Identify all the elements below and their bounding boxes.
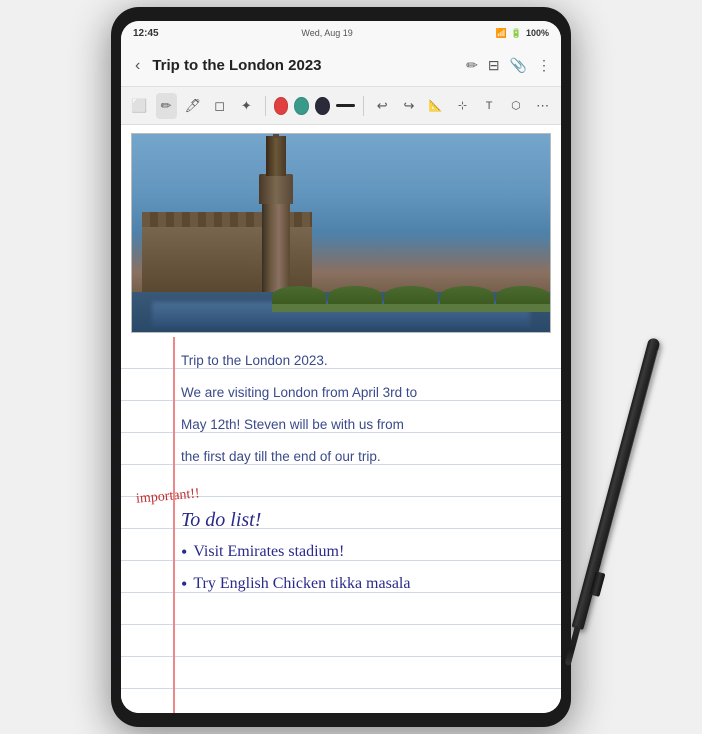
ruler-icon[interactable]: 📐 xyxy=(425,93,446,119)
tablet-frame: 12:45 Wed, Aug 19 📶 🔋 100% ‹ Trip to the… xyxy=(111,7,571,727)
color-red[interactable] xyxy=(274,97,289,115)
status-time: 12:45 xyxy=(133,28,159,39)
eraser-tool-button[interactable]: ◻ xyxy=(209,93,230,119)
arch-segment-2 xyxy=(328,286,382,306)
tablet-screen: 12:45 Wed, Aug 19 📶 🔋 100% ‹ Trip to the… xyxy=(121,21,561,713)
more-options-icon[interactable]: ⋮ xyxy=(537,57,551,74)
page-title: Trip to the London 2023 xyxy=(152,57,458,74)
color-dark[interactable] xyxy=(315,97,330,115)
tablet-container: 12:45 Wed, Aug 19 📶 🔋 100% ‹ Trip to the… xyxy=(111,7,591,727)
arch-segment-5 xyxy=(496,286,550,306)
header-bar: ‹ Trip to the London 2023 ✏ ⊟ 📎 ⋮ xyxy=(121,45,561,87)
important-label: important!! xyxy=(135,486,200,507)
edit-icon[interactable]: ✏ xyxy=(466,57,478,74)
london-image xyxy=(132,134,550,332)
arch-segment-1 xyxy=(272,286,326,306)
todo-title: To do list! xyxy=(181,509,549,532)
spen-body xyxy=(572,337,661,630)
status-date: Wed, Aug 19 xyxy=(301,28,352,38)
toolbar-divider-1 xyxy=(265,96,266,116)
arch-segment-3 xyxy=(384,286,438,306)
bullet-2: • xyxy=(181,568,187,600)
typed-text-area: Trip to the London 2023. We are visiting… xyxy=(121,337,561,481)
stamp-icon[interactable]: ⬡ xyxy=(506,93,527,119)
bullet-1: • xyxy=(181,536,187,568)
selection-icon[interactable]: ⊹ xyxy=(452,93,473,119)
spen-tip xyxy=(565,626,581,666)
london-image-container xyxy=(131,133,551,333)
tower-clock xyxy=(259,174,293,204)
typed-text: Trip to the London 2023. We are visiting… xyxy=(181,345,549,473)
typed-line-1: Trip to the London 2023. xyxy=(181,345,549,377)
typed-line-4: the first day till the end of our trip. xyxy=(181,441,549,473)
toolbar-divider-2 xyxy=(363,96,364,116)
battery-icon: 🔋 xyxy=(511,28,522,39)
typed-line-3: May 12th! Steven will be with us from xyxy=(181,409,549,441)
todo-item-1-text: Visit Emirates stadium! xyxy=(193,536,344,568)
todo-item-1: • Visit Emirates stadium! xyxy=(181,536,549,568)
more-toolbar-icon[interactable]: ⋯ xyxy=(532,93,553,119)
color-teal[interactable] xyxy=(294,97,309,115)
handwritten-section: important!! To do list! • Visit Emirates… xyxy=(121,489,561,608)
spen-button[interactable] xyxy=(590,571,606,597)
todo-item-2-text: Try English Chicken tikka masala xyxy=(193,568,410,600)
arch-segment-4 xyxy=(440,286,494,306)
pen-thickness-selector[interactable] xyxy=(336,104,355,107)
status-bar: 12:45 Wed, Aug 19 📶 🔋 100% xyxy=(121,21,561,45)
bridge-arch xyxy=(272,286,550,306)
tower-spire xyxy=(273,134,279,138)
bridge xyxy=(272,282,550,312)
lined-paper: Trip to the London 2023. We are visiting… xyxy=(121,337,561,713)
bridge-deck xyxy=(272,304,550,312)
highlighter-tool-button[interactable]: 🖊 xyxy=(183,93,204,119)
pen-tool-button[interactable]: ✏ xyxy=(156,93,177,119)
lasso-tool-button[interactable]: ✦ xyxy=(236,93,257,119)
select-tool-button[interactable]: ⬜ xyxy=(129,93,150,119)
undo-button[interactable]: ↩ xyxy=(372,93,393,119)
battery-percent: 100% xyxy=(526,28,549,38)
redo-button[interactable]: ↪ xyxy=(399,93,420,119)
spen-highlight xyxy=(600,350,660,563)
attach-icon[interactable]: 📎 xyxy=(510,57,527,74)
todo-item-2: • Try English Chicken tikka masala xyxy=(181,568,549,600)
back-button[interactable]: ‹ xyxy=(131,53,144,79)
typed-line-2: We are visiting London from April 3rd to xyxy=(181,377,549,409)
header-icons: ✏ ⊟ 📎 ⋮ xyxy=(466,57,551,74)
tower-top xyxy=(266,136,286,176)
layout-icon[interactable]: ⊟ xyxy=(488,57,500,74)
text-tool-button[interactable]: T xyxy=(479,93,500,119)
signal-icon: 📶 xyxy=(496,28,507,39)
note-content: Trip to the London 2023. We are visiting… xyxy=(121,125,561,713)
toolbar: ⬜ ✏ 🖊 ◻ ✦ ↩ ↪ 📐 ⊹ T ⬡ ⋯ xyxy=(121,87,561,125)
status-right: 📶 🔋 100% xyxy=(496,28,549,39)
tower-base xyxy=(262,202,290,292)
